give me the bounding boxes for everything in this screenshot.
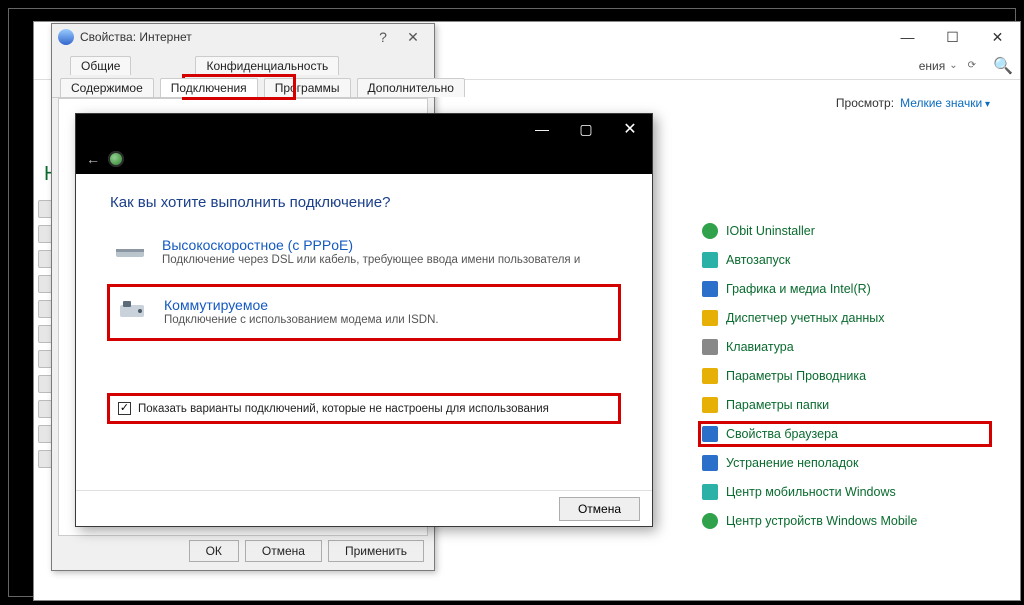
- connection-wizard-window: — ▢ ✕ ← Как вы хотите выполнить подключе…: [75, 113, 653, 527]
- option-dialup[interactable]: Коммутируемое Подключение с использовани…: [110, 287, 618, 339]
- checkbox-label: Показать варианты подключений, которые н…: [138, 403, 549, 415]
- minimize-button[interactable]: —: [885, 22, 930, 52]
- ip-title-text: Свойства: Интернет: [80, 30, 192, 44]
- cp-item-label: Центр мобильности Windows: [726, 485, 896, 499]
- back-arrow-icon[interactable]: ←: [86, 151, 100, 167]
- network-globe-icon: [108, 151, 124, 167]
- cp-item-explorer-options[interactable]: Параметры Проводника: [700, 365, 990, 387]
- ip-button-row: ОК Отмена Применить: [189, 540, 424, 562]
- cp-item-autorun[interactable]: Автозапуск: [700, 249, 990, 271]
- cp-item-label: Параметры Проводника: [726, 369, 866, 383]
- tab-advanced[interactable]: Дополнительно: [357, 78, 465, 97]
- wiz-titlebar: — ▢ ✕: [76, 114, 652, 144]
- cp-item-label: Свойства браузера: [726, 427, 838, 441]
- screenshot-frame: — ☐ ✕ ения ⌄ ⟳ 🔍 Просмотр: Мелкие значки…: [8, 8, 1016, 597]
- view-label: Просмотр:: [836, 96, 894, 110]
- tab-general[interactable]: Общие: [70, 56, 131, 75]
- app-icon: [702, 484, 718, 500]
- checkbox-icon[interactable]: ✓: [118, 402, 131, 415]
- cancel-button[interactable]: Отмена: [245, 540, 322, 562]
- cp-item-label: Графика и медиа Intel(R): [726, 282, 871, 296]
- globe-icon: [58, 29, 74, 45]
- show-unconfigured-checkbox-row[interactable]: ✓ Показать варианты подключений, которые…: [110, 396, 618, 421]
- cp-item-internet-options[interactable]: Свойства браузера: [700, 423, 990, 445]
- wiz-footer: Отмена: [76, 490, 652, 526]
- minimize-button[interactable]: —: [520, 114, 564, 144]
- dialup-modem-icon: [116, 297, 150, 323]
- modem-icon: [114, 237, 148, 263]
- option-broadband-pppoe[interactable]: Высокоскоростное (с PPPoE) Подключение ч…: [110, 233, 618, 273]
- apply-button[interactable]: Применить: [328, 540, 424, 562]
- close-button[interactable]: ✕: [398, 29, 428, 46]
- app-icon: [702, 397, 718, 413]
- close-button[interactable]: ✕: [608, 114, 652, 144]
- cp-items-column: IObit Uninstaller Автозапуск Графика и м…: [700, 220, 990, 532]
- app-icon: [702, 223, 718, 239]
- tab-connections[interactable]: Подключения: [160, 78, 258, 97]
- maximize-button[interactable]: ☐: [930, 22, 975, 52]
- close-button[interactable]: ✕: [975, 22, 1020, 52]
- cp-item-label: Параметры папки: [726, 398, 829, 412]
- ip-tabstrip: Общие Конфиденциальность Содержимое Подк…: [52, 50, 434, 98]
- app-icon: [702, 252, 718, 268]
- cp-item-keyboard[interactable]: Клавиатура: [700, 336, 990, 358]
- cp-item-label: Клавиатура: [726, 340, 794, 354]
- app-icon: [702, 310, 718, 326]
- address-tail: ения: [919, 59, 946, 73]
- cp-item-troubleshooting[interactable]: Устранение неполадок: [700, 452, 990, 474]
- option-title: Коммутируемое: [164, 297, 439, 313]
- cp-item-label: Центр устройств Windows Mobile: [726, 514, 917, 528]
- cp-item-intel-graphics[interactable]: Графика и медиа Intel(R): [700, 278, 990, 300]
- tab-content[interactable]: Содержимое: [60, 78, 154, 97]
- wiz-nav-bar: ←: [76, 144, 652, 174]
- view-mode-dropdown[interactable]: Мелкие значки: [900, 96, 990, 110]
- cp-item-label: IObit Uninstaller: [726, 224, 815, 238]
- option-subtitle: Подключение с использованием модема или …: [164, 313, 439, 329]
- app-icon: [702, 513, 718, 529]
- cp-item-credential-manager[interactable]: Диспетчер учетных данных: [700, 307, 990, 329]
- cp-item-mobility-center[interactable]: Центр мобильности Windows: [700, 481, 990, 503]
- wiz-body: Как вы хотите выполнить подключение? Выс…: [76, 174, 652, 490]
- ok-button[interactable]: ОК: [189, 540, 239, 562]
- cp-item-label: Автозапуск: [726, 253, 790, 267]
- cp-item-iobit[interactable]: IObit Uninstaller: [700, 220, 990, 242]
- cancel-button[interactable]: Отмена: [559, 497, 640, 521]
- maximize-button[interactable]: ▢: [564, 114, 608, 144]
- app-icon: [702, 368, 718, 384]
- wizard-question: Как вы хотите выполнить подключение?: [110, 194, 618, 211]
- search-icon[interactable]: 🔍: [992, 56, 1014, 76]
- option-title: Высокоскоростное (с PPPoE): [162, 237, 580, 253]
- cp-item-windows-mobile[interactable]: Центр устройств Windows Mobile: [700, 510, 990, 532]
- option-subtitle: Подключение через DSL или кабель, требую…: [162, 253, 580, 269]
- cp-item-label: Диспетчер учетных данных: [726, 311, 885, 325]
- cp-item-label: Устранение неполадок: [726, 456, 858, 470]
- tab-privacy[interactable]: Конфиденциальность: [195, 56, 339, 75]
- app-icon: [702, 455, 718, 471]
- address-chevron-icon[interactable]: ⌄: [949, 60, 957, 71]
- ip-titlebar: Свойства: Интернет ? ✕: [52, 24, 434, 50]
- refresh-icon[interactable]: ⟳: [968, 60, 976, 71]
- app-icon: [702, 281, 718, 297]
- app-icon: [702, 426, 718, 442]
- help-button[interactable]: ?: [368, 29, 398, 45]
- cp-item-folder-options[interactable]: Параметры папки: [700, 394, 990, 416]
- app-icon: [702, 339, 718, 355]
